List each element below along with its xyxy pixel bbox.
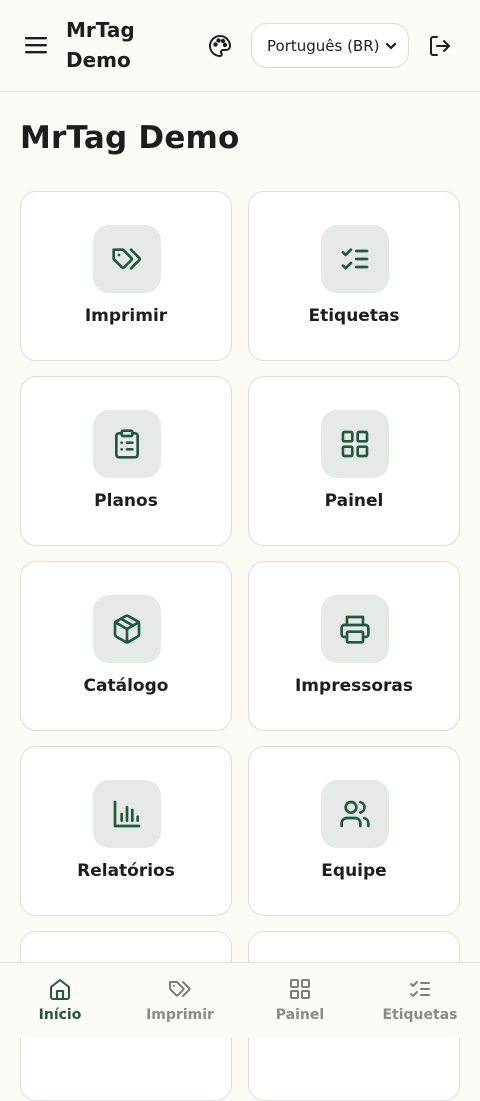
card-planos[interactable]: Planos xyxy=(20,376,232,546)
users-icon xyxy=(340,800,370,828)
card-label: Relatórios xyxy=(77,861,175,881)
grid-icon xyxy=(341,430,369,458)
card-relatorios[interactable]: Relatórios xyxy=(20,746,232,916)
language-select[interactable]: Português (BR) xyxy=(251,23,409,68)
nav-item-inicio[interactable]: Início xyxy=(0,963,120,1038)
printer-icon xyxy=(340,615,370,644)
logout-icon xyxy=(430,36,450,56)
home-icon xyxy=(50,979,70,1000)
bar-chart-icon xyxy=(113,800,141,828)
app-title: MrTag Demo xyxy=(66,18,135,72)
page-title: MrTag Demo xyxy=(20,120,240,156)
list-checks-icon xyxy=(341,248,369,270)
card-label: Impressoras xyxy=(294,676,413,696)
card-label: Planos xyxy=(94,491,158,511)
tags-icon xyxy=(169,981,191,997)
top-header: MrTag Demo Português (BR) xyxy=(0,0,480,92)
card-label: Imprimir xyxy=(84,306,168,326)
logout-button[interactable] xyxy=(426,32,454,60)
menu-button[interactable] xyxy=(22,30,50,60)
card-label: Catálogo xyxy=(83,676,169,696)
grid-icon xyxy=(290,979,310,999)
card-label: Etiquetas xyxy=(308,306,400,326)
hamburger-menu-icon xyxy=(25,37,47,54)
list-checks-icon xyxy=(410,981,430,997)
card-equipe[interactable]: Equipe xyxy=(248,746,460,916)
nav-label: Início xyxy=(38,1007,82,1023)
card-painel[interactable]: Painel xyxy=(248,376,460,546)
card-catalogo[interactable]: Catálogo xyxy=(20,561,232,731)
tags-icon xyxy=(112,248,142,270)
nav-label: Painel xyxy=(275,1007,325,1023)
clipboard-list-icon xyxy=(115,429,139,459)
nav-item-imprimir[interactable]: Imprimir xyxy=(120,963,240,1038)
theme-button[interactable] xyxy=(206,32,234,60)
nav-label: Imprimir xyxy=(146,1007,214,1023)
nav-item-painel[interactable]: Painel xyxy=(240,963,360,1038)
card-label: Equipe xyxy=(321,861,387,881)
nav-item-etiquetas[interactable]: Etiquetas xyxy=(360,963,480,1038)
card-imprimir[interactable]: Imprimir xyxy=(20,191,232,361)
card-impressoras[interactable]: Impressoras xyxy=(248,561,460,731)
bottom-nav: Início Imprimir Painel Etiquetas xyxy=(0,962,480,1038)
card-label: Painel xyxy=(324,491,384,511)
palette-icon xyxy=(209,35,231,57)
card-etiquetas[interactable]: Etiquetas xyxy=(248,191,460,361)
nav-label: Etiquetas xyxy=(382,1007,458,1023)
language-select-value: Português (BR) xyxy=(267,36,380,55)
package-icon xyxy=(113,614,141,644)
chevron-down-icon xyxy=(385,42,397,49)
